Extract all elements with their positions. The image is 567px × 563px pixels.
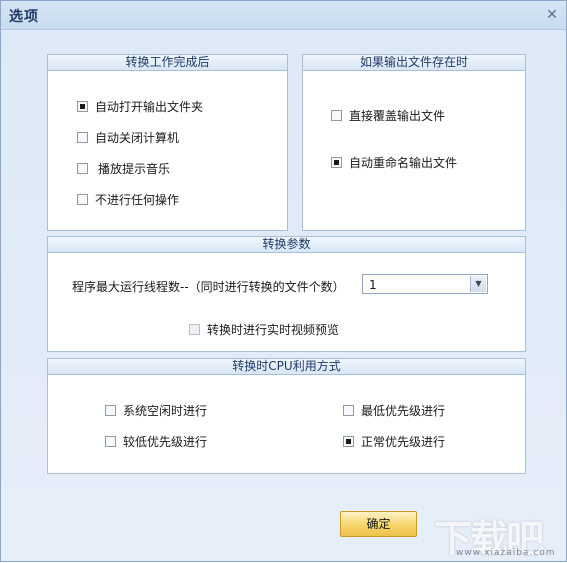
- option-do-nothing[interactable]: 不进行任何操作: [77, 191, 179, 208]
- option-realtime-preview[interactable]: 转换时进行实时视频预览: [189, 321, 339, 338]
- watermark-url: www.xiazaiba.com: [456, 548, 556, 558]
- option-open-output-folder[interactable]: 自动打开输出文件夹: [77, 98, 203, 115]
- checkbox[interactable]: [77, 194, 88, 205]
- option-label: 自动关闭计算机: [95, 131, 180, 145]
- option-idle-time[interactable]: 系统空闲时进行: [105, 402, 207, 419]
- checkbox[interactable]: [331, 157, 342, 168]
- option-label: 正常优先级进行: [361, 435, 446, 449]
- option-low-priority[interactable]: 较低优先级进行: [105, 433, 207, 450]
- checkbox[interactable]: [343, 405, 354, 416]
- checkbox[interactable]: [189, 324, 200, 335]
- option-play-sound[interactable]: 播放提示音乐: [77, 160, 170, 177]
- title-bar: 选项 ✕: [1, 1, 566, 30]
- options-dialog: 选项 ✕ 转换工作完成后 自动打开输出文件夹 自动关闭计算机 播放提示音乐 不进…: [0, 0, 567, 562]
- ok-button[interactable]: 确定: [340, 511, 417, 537]
- checkbox[interactable]: [105, 405, 116, 416]
- window-title: 选项: [9, 9, 39, 25]
- select-value: 1: [369, 278, 377, 292]
- checkbox[interactable]: [105, 436, 116, 447]
- option-label: 直接覆盖输出文件: [349, 109, 446, 123]
- group-if-file-exists: 如果输出文件存在时 直接覆盖输出文件 自动重命名输出文件: [302, 54, 526, 231]
- threads-label: 程序最大运行线程数--（同时进行转换的文件个数）: [72, 280, 345, 294]
- option-normal-priority[interactable]: 正常优先级进行: [343, 433, 445, 450]
- chevron-down-icon[interactable]: ▼: [470, 276, 486, 292]
- threads-select[interactable]: 1 ▼: [362, 274, 488, 294]
- option-label: 自动重命名输出文件: [349, 156, 458, 170]
- checkbox[interactable]: [77, 101, 88, 112]
- option-auto-rename[interactable]: 自动重命名输出文件: [331, 154, 457, 171]
- option-label: 自动打开输出文件夹: [95, 100, 204, 114]
- checkbox[interactable]: [77, 163, 88, 174]
- option-label: 系统空闲时进行: [123, 404, 208, 418]
- group-title: 如果输出文件存在时: [303, 55, 525, 71]
- option-label: 最低优先级进行: [361, 404, 446, 418]
- option-lowest-priority[interactable]: 最低优先级进行: [343, 402, 445, 419]
- option-label: 不进行任何操作: [95, 193, 180, 207]
- checkbox[interactable]: [331, 110, 342, 121]
- group-conversion-params: 转换参数 程序最大运行线程数--（同时进行转换的文件个数） 转换时进行实时视频预…: [47, 236, 526, 352]
- group-title: 转换工作完成后: [48, 55, 287, 71]
- checkbox[interactable]: [343, 436, 354, 447]
- group-cpu-usage: 转换时CPU利用方式 系统空闲时进行 最低优先级进行 较低优先级进行 正常优先级…: [47, 358, 526, 474]
- option-overwrite[interactable]: 直接覆盖输出文件: [331, 107, 445, 124]
- watermark-logo: 下载吧 www.xiazaiba.com: [434, 504, 564, 561]
- close-icon[interactable]: ✕: [544, 7, 560, 23]
- group-title: 转换时CPU利用方式: [48, 359, 525, 375]
- option-auto-shutdown[interactable]: 自动关闭计算机: [77, 129, 179, 146]
- group-after-conversion: 转换工作完成后 自动打开输出文件夹 自动关闭计算机 播放提示音乐 不进行任何操作: [47, 54, 288, 231]
- option-label: 转换时进行实时视频预览: [207, 323, 340, 337]
- option-label: 播放提示音乐: [98, 162, 171, 176]
- checkbox[interactable]: [77, 132, 88, 143]
- group-title: 转换参数: [48, 237, 525, 253]
- option-label: 较低优先级进行: [123, 435, 208, 449]
